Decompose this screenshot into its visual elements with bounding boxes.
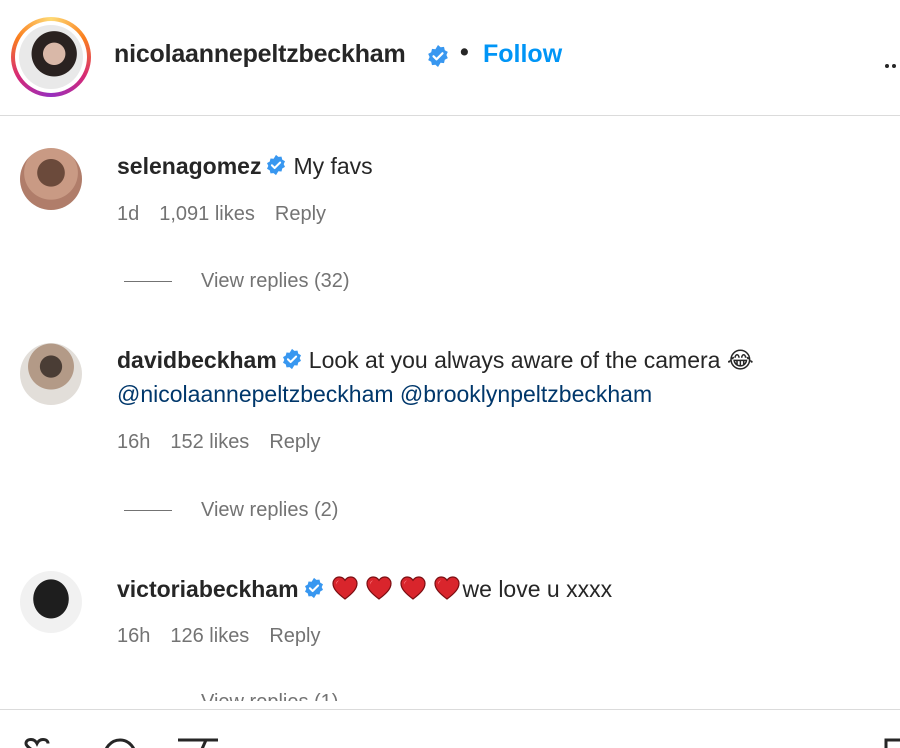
verified-badge-icon (282, 348, 301, 370)
comment-username[interactable]: davidbeckham (117, 347, 277, 373)
view-replies-button[interactable]: View replies (2) (124, 499, 338, 522)
reply-button[interactable]: Reply (269, 431, 320, 453)
divider (124, 510, 172, 512)
comment-meta: 1d 1,091 likes Reply (117, 203, 346, 226)
comment-meta: 16h 152 likes Reply (117, 431, 340, 454)
comment-time[interactable]: 16h (117, 431, 150, 453)
comment-line: selenagomez My favs (117, 153, 373, 180)
follow-button[interactable]: Follow (483, 40, 562, 69)
comment-mentions[interactable]: @nicolaannepeltzbeckham @brooklynpeltzbe… (117, 381, 652, 408)
heart-icon (433, 576, 460, 600)
separator-dot: • (460, 38, 469, 66)
view-replies-label: View replies (32) (201, 270, 350, 292)
heart-icon (399, 576, 426, 600)
view-replies-label: View replies (2) (201, 499, 339, 521)
avatar[interactable] (20, 148, 82, 210)
comment-meta: 16h 126 likes Reply (117, 625, 340, 648)
divider (124, 281, 172, 283)
verified-badge-icon (428, 45, 448, 67)
comment-text: we love u xxxx (462, 576, 613, 602)
reply-button[interactable]: Reply (269, 625, 320, 647)
comment-text: My favs (293, 153, 373, 179)
view-replies-button[interactable]: View replies (32) (124, 270, 350, 293)
heart-icon (365, 576, 392, 600)
comment-username[interactable]: victoriabeckham (117, 576, 299, 602)
like-icon[interactable] (22, 738, 66, 748)
comment-likes[interactable]: 1,091 likes (159, 203, 255, 225)
comment-line: davidbeckham Look at you always aware of … (117, 347, 754, 374)
comment-time[interactable]: 1d (117, 203, 139, 225)
comment-text: Look at you always aware of the camera 😂 (308, 347, 754, 373)
avatar[interactable] (20, 343, 82, 405)
share-icon[interactable] (176, 738, 220, 748)
comment-username[interactable]: selenagomez (117, 153, 261, 179)
save-icon[interactable] (884, 738, 900, 748)
verified-badge-icon (267, 154, 286, 176)
action-bar (0, 709, 900, 748)
comment-likes[interactable]: 152 likes (170, 431, 249, 453)
view-replies-label: View replies (1) (201, 691, 338, 701)
avatar[interactable] (19, 25, 83, 89)
comment-line: victoriabeckham we love u xxxx (117, 575, 612, 603)
post-header: nicolaannepeltzbeckham • Follow (0, 0, 900, 116)
post-author-username[interactable]: nicolaannepeltzbeckham (114, 40, 406, 69)
heart-icon (331, 576, 358, 600)
comment-likes[interactable]: 126 likes (170, 625, 249, 647)
reply-button[interactable]: Reply (275, 203, 326, 225)
verified-badge-icon (304, 577, 323, 599)
more-options-icon[interactable] (885, 55, 900, 68)
view-replies-button[interactable]: View replies (1) (124, 691, 338, 701)
avatar[interactable] (20, 571, 82, 633)
comments-list: selenagomez My favs 1d 1,091 likes Reply Vi… (0, 117, 900, 701)
story-ring[interactable] (11, 17, 91, 97)
comment-time[interactable]: 16h (117, 625, 150, 647)
comment-icon[interactable] (100, 738, 140, 748)
